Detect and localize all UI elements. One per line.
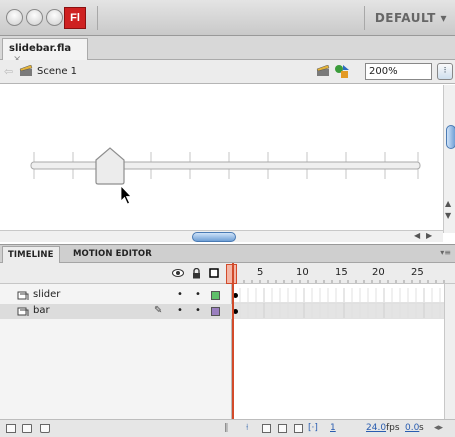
show-hide-all-eye-icon[interactable] bbox=[172, 268, 184, 278]
playhead-line bbox=[232, 263, 234, 437]
edit-bar: ⇦ Scene 1 200% ⁝ bbox=[0, 60, 455, 84]
edit-multiple-frames-icon[interactable] bbox=[294, 424, 303, 433]
document-tab-bar: slidebar.fla × bbox=[0, 36, 455, 65]
visibility-dot[interactable]: • bbox=[177, 305, 183, 316]
new-folder-icon[interactable] bbox=[22, 424, 32, 433]
scene-clapper-icon bbox=[19, 65, 33, 76]
title-separator bbox=[364, 6, 365, 30]
frame-row-slider[interactable] bbox=[232, 288, 444, 303]
slider-bar bbox=[30, 161, 421, 170]
layer-icon bbox=[17, 307, 29, 316]
frame-number: 15 bbox=[335, 267, 348, 278]
minimize-window-button[interactable] bbox=[26, 9, 43, 26]
layer-outline-color-swatch[interactable] bbox=[211, 307, 220, 316]
stage-vertical-scrollbar[interactable]: ▲ ▼ bbox=[443, 85, 455, 233]
zoom-dropdown-button[interactable]: ⁝ bbox=[437, 63, 453, 80]
modify-onion-markers-icon[interactable]: [·] bbox=[308, 423, 318, 433]
zoom-field[interactable]: 200% bbox=[365, 63, 432, 80]
stage-horizontal-scroll-thumb[interactable] bbox=[192, 232, 236, 242]
mouse-cursor-icon bbox=[120, 185, 132, 205]
layer-row-slider[interactable]: slider • • bbox=[0, 288, 232, 303]
document-tab-title: slidebar.fla bbox=[9, 43, 72, 54]
layer-row-bar[interactable]: bar ✎ • • bbox=[0, 304, 232, 319]
frame-number: 10 bbox=[296, 267, 309, 278]
tab-timeline[interactable]: TIMELINE bbox=[2, 246, 60, 263]
layer-icon bbox=[17, 291, 29, 300]
elapsed-time-unit: s bbox=[419, 423, 424, 433]
workspace-switcher[interactable]: DEFAULT ▾ bbox=[375, 11, 447, 25]
stage-canvas[interactable] bbox=[0, 85, 443, 230]
back-arrow-icon[interactable]: ⇦ bbox=[4, 65, 13, 78]
elapsed-time-value[interactable]: 0.0 bbox=[405, 423, 419, 433]
slider-artwork bbox=[30, 147, 421, 205]
timeline-footer: ‖ ⍿ [·] 1 24.0 fps 0.0 s ◂▸ bbox=[0, 419, 455, 437]
close-window-button[interactable] bbox=[6, 9, 23, 26]
flash-logo: Fl bbox=[64, 7, 86, 29]
layer-name: bar bbox=[33, 305, 50, 316]
visibility-dot[interactable]: • bbox=[177, 289, 183, 300]
scene-label: Scene 1 bbox=[37, 66, 78, 77]
lock-dot[interactable]: • bbox=[195, 305, 201, 316]
edit-scene-icon[interactable] bbox=[316, 65, 330, 77]
document-tab[interactable]: slidebar.fla × bbox=[2, 38, 88, 65]
tab-motion-editor[interactable]: MOTION EDITOR bbox=[68, 246, 157, 263]
timeline-scroll-arrows-icon[interactable]: ◂▸ bbox=[434, 423, 443, 433]
center-frame-icon[interactable]: ⍿ bbox=[246, 423, 248, 433]
onion-skin-icon[interactable] bbox=[262, 424, 271, 433]
scroll-left-arrow-icon[interactable]: ◀ bbox=[414, 231, 420, 240]
slider-knob bbox=[95, 147, 125, 185]
lock-all-icon[interactable] bbox=[192, 268, 201, 279]
onion-skin-outlines-icon[interactable] bbox=[278, 424, 287, 433]
title-separator bbox=[97, 6, 98, 30]
frame-ruler-ticks bbox=[236, 280, 445, 283]
frame-row-bar[interactable] bbox=[232, 304, 444, 319]
new-layer-icon[interactable] bbox=[6, 424, 16, 433]
title-bar: Fl DEFAULT ▾ bbox=[0, 0, 455, 36]
stage-vertical-scroll-thumb[interactable] bbox=[446, 125, 455, 149]
frame-grid[interactable] bbox=[232, 284, 444, 419]
frame-rate-unit: fps bbox=[386, 423, 400, 433]
outline-all-icon[interactable] bbox=[209, 268, 219, 278]
current-frame-value[interactable]: 1 bbox=[330, 423, 336, 433]
frame-rate-value[interactable]: 24.0 bbox=[366, 423, 386, 433]
delete-layer-icon[interactable] bbox=[40, 424, 50, 433]
frame-number: 20 bbox=[372, 267, 385, 278]
scroll-up-arrow-icon[interactable]: ▲ bbox=[445, 199, 451, 208]
stage-horizontal-scrollbar[interactable]: ◀ ▶ bbox=[0, 230, 443, 242]
timeline-tab-bar: TIMELINE MOTION EDITOR ▾≡ bbox=[0, 244, 455, 263]
layer-outline-color-swatch[interactable] bbox=[211, 291, 220, 300]
scroll-down-arrow-icon[interactable]: ▼ bbox=[445, 211, 451, 220]
lock-dot[interactable]: • bbox=[195, 289, 201, 300]
zoom-window-button[interactable] bbox=[46, 9, 63, 26]
pencil-edit-icon: ✎ bbox=[154, 305, 163, 316]
frame-number: 25 bbox=[411, 267, 424, 278]
layer-name: slider bbox=[33, 289, 61, 300]
resize-handle-icon[interactable]: ‖ bbox=[224, 423, 229, 433]
panel-menu-icon[interactable]: ▾≡ bbox=[440, 248, 451, 257]
edit-symbols-icon[interactable] bbox=[334, 64, 350, 79]
layer-list: slider • • bar ✎ • • bbox=[0, 284, 232, 419]
timeline-vertical-scrollbar[interactable] bbox=[444, 284, 455, 419]
frame-number: 5 bbox=[257, 267, 264, 278]
scroll-right-arrow-icon[interactable]: ▶ bbox=[426, 231, 432, 240]
